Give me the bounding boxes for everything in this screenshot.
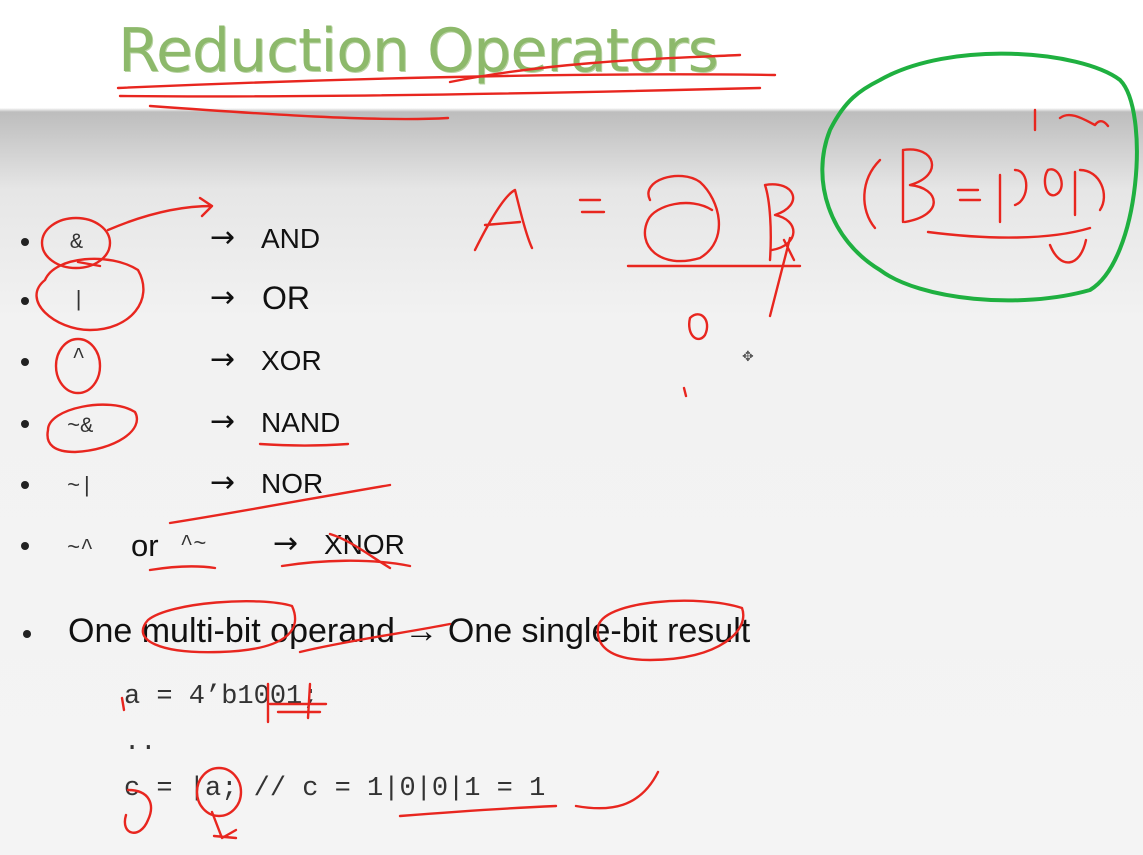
operator-name: AND xyxy=(261,223,321,254)
operator-symbol: ^~ xyxy=(180,532,207,557)
arrow-icon: → xyxy=(210,280,236,315)
slide-title: Reduction Operators xyxy=(118,16,719,86)
operator-name: XNOR xyxy=(324,529,405,560)
bullet-dot xyxy=(21,420,29,428)
operator-name: OR xyxy=(262,280,310,316)
code-line-2: .. xyxy=(124,728,157,758)
operator-symbol: | xyxy=(72,288,86,313)
operator-symbol: ~& xyxy=(67,414,94,439)
arrow-icon: → xyxy=(273,526,299,561)
arrow-icon: → xyxy=(210,404,236,439)
bullet-dot xyxy=(21,481,29,489)
bullet-dot xyxy=(23,630,31,638)
bullet-dot xyxy=(21,542,29,550)
handwritten-annotations xyxy=(35,51,1139,840)
rule-text: One multi-bit operand → One single-bit r… xyxy=(68,612,751,650)
arrow-icon: → xyxy=(210,465,236,500)
code-line-1: a = 4’b1001; xyxy=(124,682,319,712)
operator-symbol: ~| xyxy=(67,474,94,499)
bullet-dot xyxy=(21,358,29,366)
arrow-icon: → xyxy=(210,342,236,377)
operator-symbol: ^ xyxy=(72,345,86,370)
or-word: or xyxy=(131,528,159,563)
operator-name: NAND xyxy=(261,407,341,438)
operator-name: NOR xyxy=(261,468,324,499)
bullet-dot xyxy=(21,297,29,305)
operator-symbol: ~^ xyxy=(67,536,94,561)
operator-symbol: & xyxy=(70,230,84,255)
operator-name: XOR xyxy=(261,345,322,376)
slide: Reduction Operators & → AND | → OR ^ → X… xyxy=(0,0,1143,855)
arrow-icon: → xyxy=(210,220,236,255)
code-line-3: c = |a; // c = 1|0|0|1 = 1 xyxy=(124,774,546,804)
bullet-dot xyxy=(21,238,29,246)
move-cursor-icon: ✥ xyxy=(742,349,754,365)
